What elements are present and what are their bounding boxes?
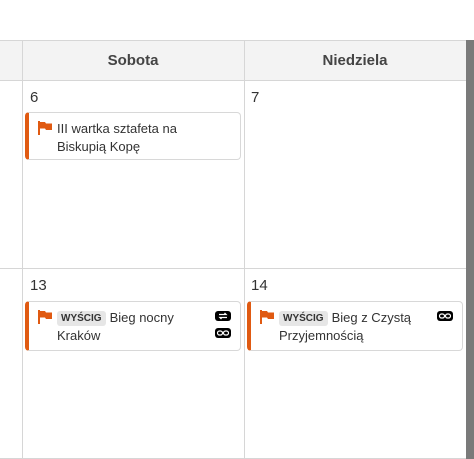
flag-icon [38,121,52,135]
event-card[interactable]: WYŚCIG Bieg nocny Kraków [25,301,241,351]
header-saturday: Sobota [107,52,159,69]
grid-divider [244,40,245,459]
event-content: WYŚCIG Bieg nocny Kraków [57,309,214,345]
header-sunday: Niedziela [322,52,388,69]
event-card[interactable]: III wartka sztafeta na Biskupią Kopę [25,112,241,160]
event-card[interactable]: WYŚCIG Bieg z Czystą Przyjemnością [247,301,463,351]
event-type-badge: WYŚCIG [57,311,106,326]
swap-icon[interactable] [215,311,231,321]
link-icon[interactable] [215,328,231,338]
calendar-header-row: Sobota Niedziela [0,40,466,81]
day-number[interactable]: 13 [30,277,47,294]
link-icon[interactable] [437,311,453,321]
day-number[interactable]: 7 [251,89,259,106]
event-title: III wartka sztafeta na Biskupią Kopę [57,121,177,154]
event-content: WYŚCIG Bieg z Czystą Przyjemnością [279,309,436,345]
day-number[interactable]: 6 [30,89,38,106]
flag-icon [38,310,52,324]
event-type-badge: WYŚCIG [279,311,328,326]
calendar-grid: Sobota Niedziela 6 7 III wartka sztafeta… [0,40,466,459]
header-cell-prev [0,41,22,81]
week-divider [0,268,466,269]
flag-icon [260,310,274,324]
day-number[interactable]: 14 [251,277,268,294]
vertical-scrollbar[interactable] [466,40,474,459]
grid-divider [22,40,23,459]
